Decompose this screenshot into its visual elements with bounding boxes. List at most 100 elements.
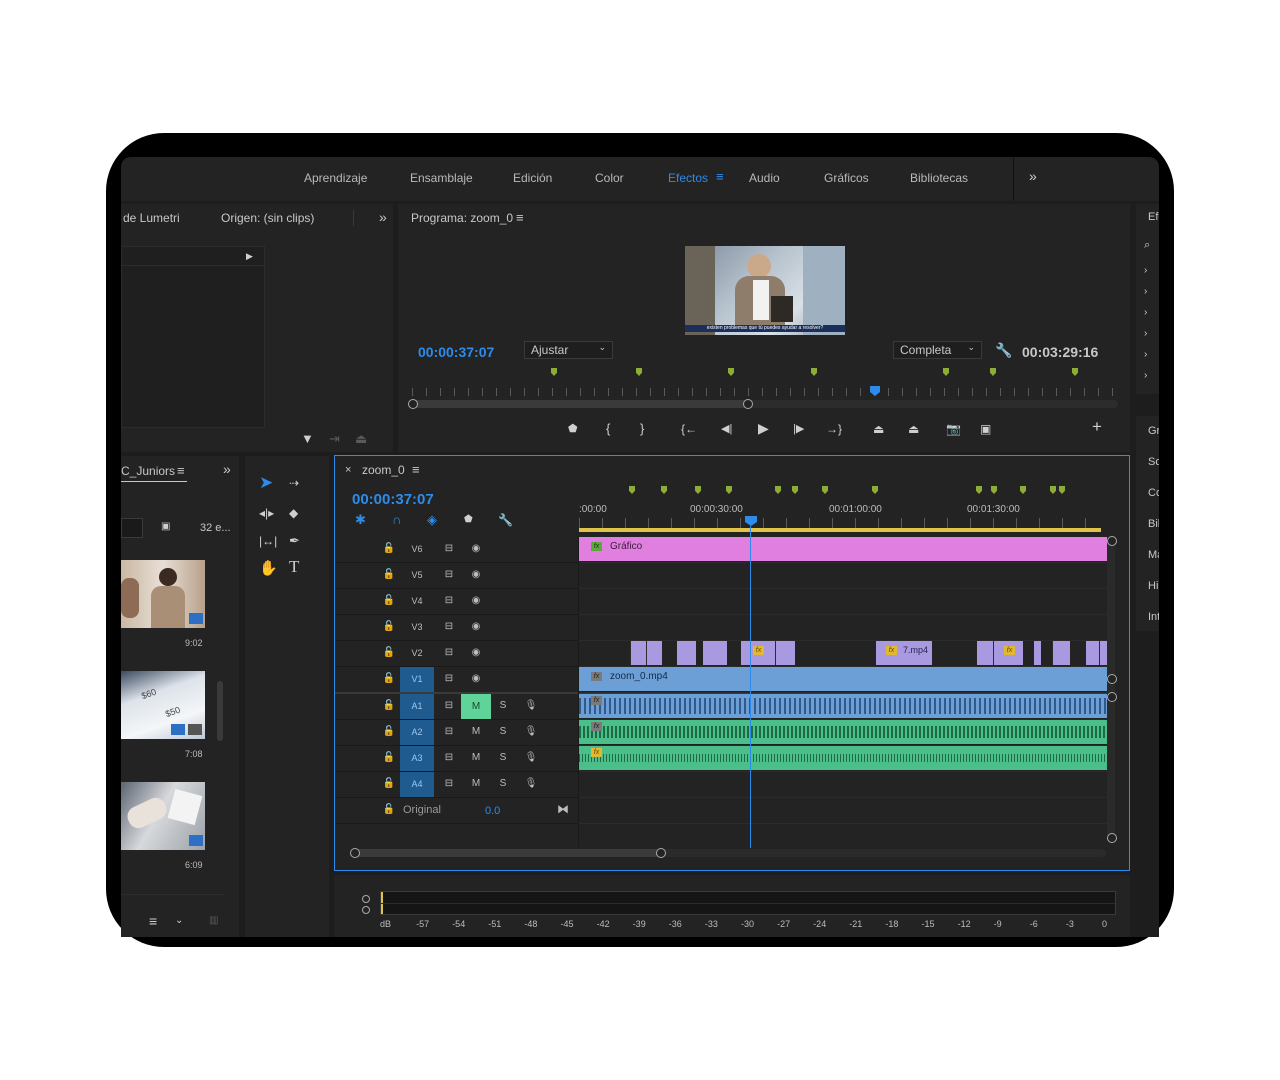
track-name-v5[interactable]: V5 <box>400 563 434 588</box>
track-row-v1[interactable]: fx zoom_0.mp4 <box>579 667 1107 693</box>
sequence-marker[interactable] <box>943 368 949 376</box>
track-name-a1[interactable]: A1 <box>400 694 434 719</box>
hand-tool-icon[interactable]: ✋ <box>259 561 278 576</box>
sync-lock-icon[interactable]: ⊟ <box>440 644 458 662</box>
program-zoom-bar[interactable] <box>408 399 1118 409</box>
snap-magnet-icon[interactable]: ∩ <box>392 513 401 527</box>
lock-icon[interactable]: 🔓 <box>380 749 398 767</box>
audio-clip-a2[interactable]: fx <box>579 720 1107 744</box>
track-row-v2[interactable]: fx fx 7.mp4 fx <box>579 641 1107 667</box>
chevron-down-icon[interactable]: ⌄ <box>175 914 183 928</box>
project-thumbnail[interactable] <box>121 560 205 628</box>
tab-efectos[interactable]: Efectos <box>668 171 708 185</box>
mute-button-a4[interactable]: M <box>467 775 485 793</box>
zoom-start-handle[interactable] <box>350 848 360 858</box>
expand-arrow-icon[interactable]: ▶ <box>246 249 253 263</box>
lock-icon[interactable]: 🔓 <box>380 723 398 741</box>
audio-clip-a1[interactable]: fx <box>579 694 1107 718</box>
right-panel-tab[interactable]: Int <box>1148 611 1159 623</box>
microphone-icon[interactable]: 🎙 <box>522 697 540 715</box>
timeline-settings-wrench-icon[interactable]: 🔧 <box>498 513 513 527</box>
solo-button-a2[interactable]: S <box>494 723 512 741</box>
track-row-v3[interactable] <box>579 615 1107 641</box>
linked-selection-icon[interactable]: ◈ <box>427 513 437 527</box>
track-name-a3[interactable]: A3 <box>400 746 434 771</box>
play-icon[interactable]: ▶ <box>758 421 769 435</box>
track-row-a2[interactable]: fx <box>579 720 1107 746</box>
workspace-overflow-button[interactable]: » <box>1029 168 1037 184</box>
microphone-icon[interactable]: 🎙 <box>522 723 540 741</box>
tab-ensamblaje[interactable]: Ensamblaje <box>410 171 473 185</box>
track-name-v6[interactable]: V6 <box>400 537 434 562</box>
video-clip[interactable]: fx <box>741 641 775 665</box>
list-view-icon[interactable]: ≡ <box>149 914 157 928</box>
timeline-zoom-bar[interactable] <box>350 848 1106 858</box>
zoom-end-handle[interactable] <box>743 399 753 409</box>
microphone-icon[interactable]: 🎙 <box>522 749 540 767</box>
fit-dropdown[interactable]: Ajustar ⌄ <box>524 341 613 359</box>
sequence-marker[interactable] <box>1072 368 1078 376</box>
sync-lock-icon[interactable]: ⊟ <box>440 670 458 688</box>
sync-lock-icon[interactable]: ⊟ <box>440 618 458 636</box>
step-forward-icon[interactable]: |▶ <box>793 422 804 436</box>
sync-lock-icon[interactable]: ⊟ <box>440 540 458 558</box>
sync-lock-icon[interactable]: ⊟ <box>440 592 458 610</box>
eye-icon[interactable]: ◉ <box>467 670 485 688</box>
track-name-v2[interactable]: V2 <box>400 641 434 666</box>
timeline-menu-icon[interactable]: ≡ <box>412 462 420 477</box>
lock-icon[interactable]: 🔓 <box>380 801 398 819</box>
timeline-ruler[interactable] <box>579 518 1107 528</box>
lock-icon[interactable]: 🔓 <box>380 775 398 793</box>
timeline-close-button[interactable]: × <box>345 464 351 476</box>
audio-clip-a3[interactable]: fx <box>579 746 1107 770</box>
right-panel-tab[interactable]: Ma <box>1148 549 1159 561</box>
tab-edicion[interactable]: Edición <box>513 171 552 185</box>
sequence-marker[interactable] <box>991 486 997 494</box>
go-to-in-icon[interactable]: {← <box>681 422 697 436</box>
mute-button-a1[interactable]: M <box>461 694 491 719</box>
right-panel-tab[interactable]: So <box>1148 456 1159 468</box>
video-clip[interactable] <box>1099 641 1107 665</box>
tab-bibliotecas[interactable]: Bibliotecas <box>910 171 968 185</box>
mute-button-a3[interactable]: M <box>467 749 485 767</box>
eye-icon[interactable]: ◉ <box>467 618 485 636</box>
sequence-marker[interactable] <box>792 486 798 494</box>
track-row-v6[interactable]: fx Gráfico <box>579 537 1107 563</box>
insert-icon[interactable]: ⇥ <box>329 432 340 446</box>
scroll-handle[interactable] <box>1107 692 1117 702</box>
program-menu-icon[interactable]: ≡ <box>516 210 524 225</box>
sequence-marker[interactable] <box>872 486 878 494</box>
video-clip[interactable] <box>630 641 646 665</box>
v1-main-clip[interactable]: fx zoom_0.mp4 <box>579 667 1107 691</box>
chevron-right-icon[interactable]: › <box>1144 348 1147 362</box>
video-clip[interactable]: fx 7.mp4 <box>876 641 932 665</box>
video-clip[interactable] <box>775 641 795 665</box>
mark-in-icon[interactable]: { <box>606 422 610 436</box>
new-bin-icon[interactable]: ▣ <box>161 520 170 534</box>
timeline-sequence-tab[interactable]: zoom_0 <box>362 463 405 477</box>
wrench-icon[interactable]: 🔧 <box>995 343 1012 357</box>
nest-toggle-icon[interactable]: ✱ <box>355 513 366 527</box>
project-menu-icon[interactable]: ≡ <box>177 463 185 478</box>
mark-out-icon[interactable]: } <box>640 422 644 436</box>
step-back-icon[interactable]: ◀| <box>721 422 732 436</box>
track-name-v4[interactable]: V4 <box>400 589 434 614</box>
go-to-out-icon[interactable]: →} <box>826 422 842 436</box>
track-name-a2[interactable]: A2 <box>400 720 434 745</box>
track-row-a3[interactable]: fx <box>579 746 1107 772</box>
tab-source[interactable]: Origen: (sin clips) <box>221 211 314 225</box>
video-clip[interactable] <box>646 641 662 665</box>
scroll-handle[interactable] <box>1107 674 1117 684</box>
timeline-timecode[interactable]: 00:00:37:07 <box>352 491 434 508</box>
program-timecode[interactable]: 00:00:37:07 <box>418 344 494 360</box>
chevron-right-icon[interactable]: › <box>1144 369 1147 383</box>
sequence-marker[interactable] <box>726 486 732 494</box>
sequence-marker[interactable] <box>629 486 635 494</box>
eye-icon[interactable]: ◉ <box>467 644 485 662</box>
tab-audio[interactable]: Audio <box>749 171 780 185</box>
master-volume-value[interactable]: 0.0 <box>485 805 500 817</box>
project-scrollbar[interactable] <box>217 681 223 741</box>
video-clip[interactable] <box>977 641 993 665</box>
add-marker-icon[interactable]: ⬟ <box>464 513 473 527</box>
track-row-a4[interactable] <box>579 772 1107 798</box>
